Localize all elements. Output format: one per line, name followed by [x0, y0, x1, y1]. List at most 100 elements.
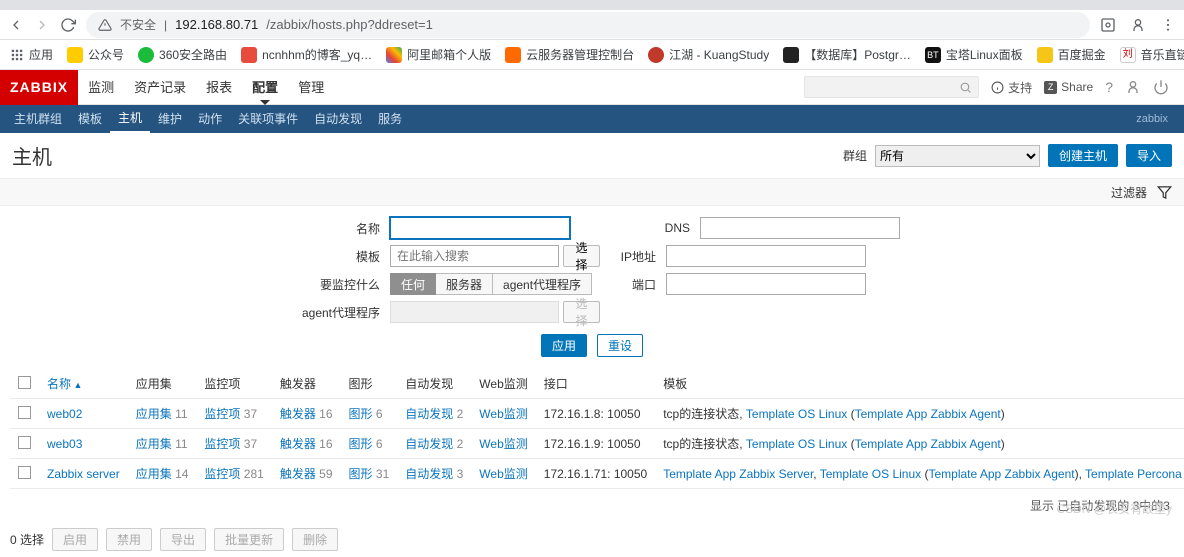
host-name-link[interactable]: web03 [47, 437, 82, 451]
items-link[interactable]: 监控项 [204, 437, 240, 451]
items-link[interactable]: 监控项 [204, 467, 240, 481]
subnav-templates[interactable]: 模板 [70, 105, 110, 133]
subnav-hosts[interactable]: 主机 [110, 105, 150, 133]
apply-button[interactable]: 应用 [541, 334, 587, 357]
col-name[interactable]: 名称 [39, 369, 128, 399]
nav-administration[interactable]: 管理 [288, 70, 334, 105]
bookmark-item[interactable]: 刘音乐直链搜索|音乐… [1120, 46, 1184, 63]
col-graphs: 图形 [341, 369, 398, 399]
select-all-checkbox[interactable] [18, 376, 31, 389]
graphs-link[interactable]: 图形 [349, 467, 373, 481]
apps-link[interactable]: 应用集 [136, 407, 172, 421]
interface-cell: 172.16.1.8: 10050 [536, 399, 655, 429]
hosts-table: 名称 应用集 监控项 触发器 图形 自动发现 Web监测 接口 模板 状态 可用… [10, 369, 1184, 489]
bookmark-item[interactable]: 360安全路由 [138, 46, 227, 63]
graphs-link[interactable]: 图形 [349, 407, 373, 421]
nav-configuration[interactable]: 配置 [242, 70, 288, 105]
monitor-label: 要监控什么 [0, 276, 390, 293]
bookmark-item[interactable]: BT宝塔Linux面板 [925, 46, 1023, 63]
seg-server[interactable]: 服务器 [436, 273, 493, 295]
ip-input[interactable] [666, 245, 866, 267]
bookmark-item[interactable]: 云服务器管理控制台 [505, 46, 634, 63]
bookmark-item[interactable]: 公众号 [67, 46, 124, 63]
url-input[interactable]: 不安全 | 192.168.80.71/zabbix/hosts.php?ddr… [86, 12, 1090, 38]
search-icon [959, 81, 972, 94]
templates-cell: tcp的连接状态, Template OS Linux (Template Ap… [655, 429, 1184, 459]
templates-cell: Template App Zabbix Server, Template OS … [655, 459, 1184, 489]
name-input[interactable] [390, 217, 570, 239]
subnav-maintenance[interactable]: 维护 [150, 105, 190, 133]
user-icon[interactable] [1125, 79, 1141, 95]
group-select[interactable]: 所有 [875, 145, 1040, 167]
table-footer: 显示 已自动发现的 3中的3 [0, 489, 1184, 522]
dns-input[interactable] [700, 217, 900, 239]
bookmark-item[interactable]: 江湖 - KuangStudy [648, 46, 769, 63]
filter-toggle[interactable]: 过滤器 [0, 178, 1184, 206]
discovery-link[interactable]: 自动发现 [405, 467, 453, 481]
seg-any[interactable]: 任何 [390, 273, 436, 295]
bulk-enable[interactable]: 启用 [52, 528, 98, 551]
host-name-link[interactable]: web02 [47, 407, 82, 421]
bookmark-item[interactable]: 百度掘金 [1037, 46, 1106, 63]
web-link[interactable]: Web监测 [479, 467, 527, 481]
bulk-massupdate[interactable]: 批量更新 [214, 528, 284, 551]
profile-icon[interactable] [1130, 17, 1146, 33]
col-apps: 应用集 [128, 369, 197, 399]
host-name-link[interactable]: Zabbix server [47, 467, 120, 481]
menu-icon[interactable] [1160, 17, 1176, 33]
url-host: 192.168.80.71 [175, 17, 258, 32]
nav-inventory[interactable]: 资产记录 [124, 70, 196, 105]
global-search[interactable] [804, 76, 979, 98]
url-path: /zabbix/hosts.php?ddreset=1 [266, 17, 433, 32]
reset-button[interactable]: 重设 [597, 334, 643, 357]
triggers-link[interactable]: 触发器 [280, 437, 316, 451]
extension-icon[interactable] [1100, 17, 1116, 33]
web-link[interactable]: Web监测 [479, 407, 527, 421]
row-checkbox[interactable] [18, 406, 31, 419]
template-select-button[interactable]: 选择 [563, 245, 600, 267]
back-icon[interactable] [8, 17, 24, 33]
triggers-link[interactable]: 触发器 [280, 467, 316, 481]
table-row: Zabbix server 应用集 14 监控项 281 触发器 59 图形 3… [10, 459, 1184, 489]
graphs-link[interactable]: 图形 [349, 437, 373, 451]
triggers-link[interactable]: 触发器 [280, 407, 316, 421]
apps-button[interactable]: 应用 [10, 46, 53, 63]
power-icon[interactable] [1153, 79, 1169, 95]
web-link[interactable]: Web监测 [479, 437, 527, 451]
help-icon[interactable]: ? [1105, 79, 1113, 95]
apps-link[interactable]: 应用集 [136, 467, 172, 481]
col-discovery: 自动发现 [397, 369, 471, 399]
discovery-link[interactable]: 自动发现 [405, 407, 453, 421]
subnav-hostgroups[interactable]: 主机群组 [6, 105, 70, 133]
import-button[interactable]: 导入 [1126, 144, 1172, 167]
row-checkbox[interactable] [18, 466, 31, 479]
apps-link[interactable]: 应用集 [136, 437, 172, 451]
selected-count: 0 选择 [10, 531, 44, 548]
nav-reports[interactable]: 报表 [196, 70, 242, 105]
port-input[interactable] [666, 273, 866, 295]
subnav-services[interactable]: 服务 [370, 105, 410, 133]
subnav-discovery[interactable]: 自动发现 [306, 105, 370, 133]
row-checkbox[interactable] [18, 436, 31, 449]
bulk-disable[interactable]: 禁用 [106, 528, 152, 551]
monitor-segment: 任何 服务器 agent代理程序 [390, 273, 600, 295]
bookmark-item[interactable]: 【数据库】Postgr… [783, 46, 911, 63]
support-link[interactable]: 支持 [991, 79, 1032, 96]
zabbix-logo[interactable]: ZABBIX [0, 70, 78, 105]
nav-monitoring[interactable]: 监测 [78, 70, 124, 105]
bookmark-item[interactable]: 阿里邮箱个人版 [386, 46, 491, 63]
discovery-link[interactable]: 自动发现 [405, 437, 453, 451]
items-link[interactable]: 监控项 [204, 407, 240, 421]
template-input[interactable] [390, 245, 559, 267]
share-link[interactable]: ZShare [1044, 80, 1093, 94]
col-triggers: 触发器 [272, 369, 341, 399]
bulk-delete[interactable]: 删除 [292, 528, 338, 551]
bulk-export[interactable]: 导出 [160, 528, 206, 551]
create-host-button[interactable]: 创建主机 [1048, 144, 1118, 167]
bookmark-item[interactable]: ncnhhm的博客_yq… [241, 46, 372, 63]
seg-proxy[interactable]: agent代理程序 [493, 273, 592, 295]
subnav-actions[interactable]: 动作 [190, 105, 230, 133]
reload-icon[interactable] [60, 17, 76, 33]
forward-icon[interactable] [34, 17, 50, 33]
ip-label: IP地址 [616, 248, 666, 265]
